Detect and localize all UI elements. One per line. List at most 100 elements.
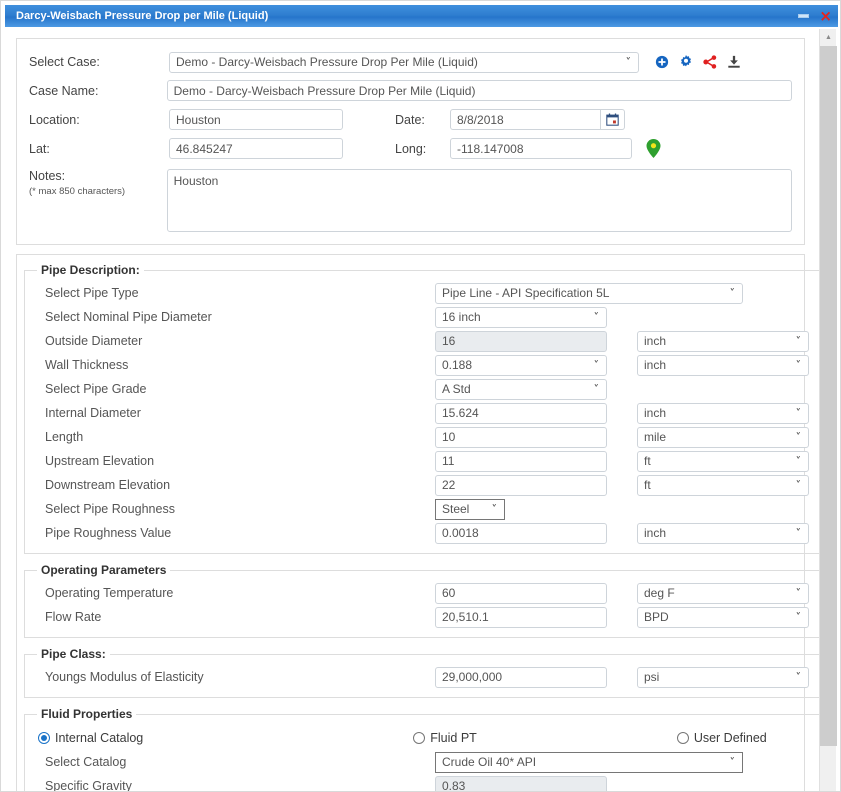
- internal-diameter-input[interactable]: [435, 402, 607, 424]
- fluid-source-radio-row: Internal Catalog Fluid PT User Defined: [35, 725, 809, 750]
- close-icon[interactable]: ×: [819, 9, 832, 24]
- specific-gravity-row: Specific Gravity: [35, 774, 809, 791]
- case-action-icons: [655, 55, 741, 69]
- downstream-elevation-unit-value: ft: [644, 478, 651, 492]
- select-case-value: Demo - Darcy-Weisbach Pressure Drop Per …: [176, 55, 478, 69]
- pipe-class-rows: Youngs Modulus of Elasticity psi ˅: [35, 665, 809, 689]
- chevron-down-icon: ˅: [729, 755, 736, 769]
- chevron-down-icon: ˅: [625, 55, 632, 69]
- flow-rate-label: Flow Rate: [45, 610, 102, 624]
- chevron-down-icon: ˅: [593, 310, 600, 324]
- outside-diameter-row: Outside Diameter inch ˅: [35, 329, 809, 353]
- scroll-up-arrow-icon[interactable]: ▲: [820, 29, 837, 46]
- map-pin-icon[interactable]: [646, 139, 661, 158]
- internal-diameter-row: Internal Diameter inch ˅: [35, 401, 809, 425]
- location-input[interactable]: [169, 109, 343, 130]
- flow-rate-input[interactable]: [435, 606, 607, 628]
- chevron-down-icon: ˅: [729, 286, 736, 300]
- radio-internal-catalog[interactable]: Internal Catalog: [38, 731, 143, 745]
- youngs-modulus-of-elasticity-input[interactable]: [435, 666, 607, 688]
- operating-temperature-unit-value: deg F: [644, 586, 675, 600]
- wall-thickness-unit-dropdown[interactable]: inch ˅: [637, 354, 809, 376]
- specific-gravity-label: Specific Gravity: [45, 779, 132, 791]
- upstream-elevation-unit-value: ft: [644, 454, 651, 468]
- operating-parameters-group: Operating Parameters Operating Temperatu…: [24, 563, 819, 638]
- flow-rate-unit-dropdown[interactable]: BPD ˅: [637, 606, 809, 628]
- youngs-modulus-of-elasticity-unit-value: psi: [644, 670, 660, 684]
- length-unit-dropdown[interactable]: mile ˅: [637, 426, 809, 448]
- select-case-dropdown[interactable]: Demo - Darcy-Weisbach Pressure Drop Per …: [169, 51, 639, 73]
- flow-rate-row: Flow Rate BPD ˅: [35, 605, 809, 629]
- chevron-down-icon: ˅: [795, 610, 802, 624]
- add-circle-icon[interactable]: [655, 55, 669, 69]
- operating-temperature-unit-dropdown[interactable]: deg F ˅: [637, 582, 809, 604]
- downstream-elevation-unit-dropdown[interactable]: ft ˅: [637, 474, 809, 496]
- operating-temperature-input[interactable]: [435, 582, 607, 604]
- pipe-description-rows: Select Pipe Type Pipe Line - API Specific…: [35, 281, 809, 545]
- chevron-down-icon: ˅: [795, 430, 802, 444]
- notes-textarea[interactable]: Houston: [166, 169, 792, 232]
- calendar-icon[interactable]: [601, 109, 625, 130]
- radio-label-internal-catalog: Internal Catalog: [55, 730, 144, 745]
- pipe-roughness-value-input[interactable]: [435, 522, 607, 544]
- share-icon[interactable]: [703, 55, 717, 69]
- upstream-elevation-unit-dropdown[interactable]: ft ˅: [637, 450, 809, 472]
- minimize-button[interactable]: [798, 14, 810, 18]
- lat-input[interactable]: [169, 138, 343, 159]
- select-pipe-grade-dropdown[interactable]: A Std ˅: [435, 378, 607, 400]
- case-name-input[interactable]: [166, 80, 792, 101]
- long-input[interactable]: [450, 138, 632, 159]
- youngs-modulus-of-elasticity-unit-dropdown[interactable]: psi ˅: [637, 666, 809, 688]
- select-catalog-label: Select Catalog: [45, 755, 127, 769]
- outside-diameter-unit-dropdown[interactable]: inch ˅: [637, 330, 809, 352]
- window-title: Darcy-Weisbach Pressure Drop per Mile (L…: [16, 10, 269, 22]
- youngs-modulus-of-elasticity-row: Youngs Modulus of Elasticity psi ˅: [35, 665, 809, 689]
- select-case-row: Select Case: Demo - Darcy-Weisbach Press…: [29, 48, 792, 76]
- notes-label: Notes:: [29, 169, 66, 183]
- download-icon[interactable]: [727, 55, 741, 69]
- scrollbar-thumb[interactable]: [820, 46, 837, 746]
- radio-button-internal-catalog[interactable]: [38, 731, 50, 744]
- case-panel: Select Case: Demo - Darcy-Weisbach Press…: [16, 38, 805, 245]
- chevron-down-icon: ˅: [795, 358, 802, 372]
- pipe-roughness-value-unit-dropdown[interactable]: inch ˅: [637, 522, 809, 544]
- select-pipe-type-label: Select Pipe Type: [45, 286, 139, 300]
- radio-fluid-pt[interactable]: Fluid PT: [413, 731, 477, 745]
- case-name-label: Case Name:: [29, 83, 99, 98]
- pipe-class-legend: Pipe Class:: [41, 647, 106, 661]
- chevron-down-icon: ˅: [795, 526, 802, 540]
- length-unit-value: mile: [644, 430, 667, 444]
- select-nominal-pipe-diameter-value: 16 inch: [442, 310, 481, 324]
- vertical-scrollbar[interactable]: ▲: [819, 29, 837, 791]
- wall-thickness-label: Wall Thickness: [45, 358, 129, 372]
- length-input[interactable]: [435, 426, 607, 448]
- pipe-roughness-value-unit-value: inch: [644, 526, 667, 540]
- wall-thickness-dropdown[interactable]: 0.188 ˅: [435, 354, 607, 376]
- select-pipe-type-value: Pipe Line - API Specification 5L: [442, 286, 610, 300]
- parameters-panel: Pipe Description: Select Pipe Type Pipe L…: [16, 254, 819, 791]
- date-label: Date:: [395, 112, 425, 127]
- select-pipe-roughness-dropdown[interactable]: Steel ˅: [435, 498, 505, 520]
- select-pipe-type-dropdown[interactable]: Pipe Line - API Specification 5L ˅: [435, 282, 743, 304]
- internal-diameter-unit-dropdown[interactable]: inch ˅: [637, 402, 809, 424]
- operating-parameters-legend: Operating Parameters: [41, 563, 167, 577]
- select-nominal-pipe-diameter-dropdown[interactable]: 16 inch ˅: [435, 306, 607, 328]
- outside-diameter-unit-value: inch: [644, 334, 667, 348]
- chevron-down-icon: ˅: [795, 586, 802, 600]
- upstream-elevation-label: Upstream Elevation: [45, 454, 155, 468]
- window-titlebar: Darcy-Weisbach Pressure Drop per Mile (L…: [5, 5, 838, 27]
- upstream-elevation-input[interactable]: [435, 450, 607, 472]
- radio-button-fluid-pt[interactable]: [413, 731, 426, 744]
- gear-icon[interactable]: [679, 55, 693, 69]
- date-input[interactable]: [450, 109, 601, 130]
- long-label: Long:: [395, 141, 427, 156]
- upstream-elevation-row: Upstream Elevation ft ˅: [35, 449, 809, 473]
- application-window: Darcy-Weisbach Pressure Drop per Mile (L…: [0, 0, 841, 792]
- operating-temperature-label: Operating Temperature: [45, 586, 174, 600]
- fluid-properties-rows: Select Catalog Crude Oil 40* API ˅ Specific…: [35, 750, 809, 791]
- radio-button-user-defined[interactable]: [676, 731, 689, 744]
- select-catalog-dropdown[interactable]: Crude Oil 40* API ˅: [435, 751, 743, 773]
- downstream-elevation-input[interactable]: [435, 474, 607, 496]
- radio-user-defined[interactable]: User Defined: [676, 731, 767, 745]
- window-controls: ×: [798, 9, 838, 24]
